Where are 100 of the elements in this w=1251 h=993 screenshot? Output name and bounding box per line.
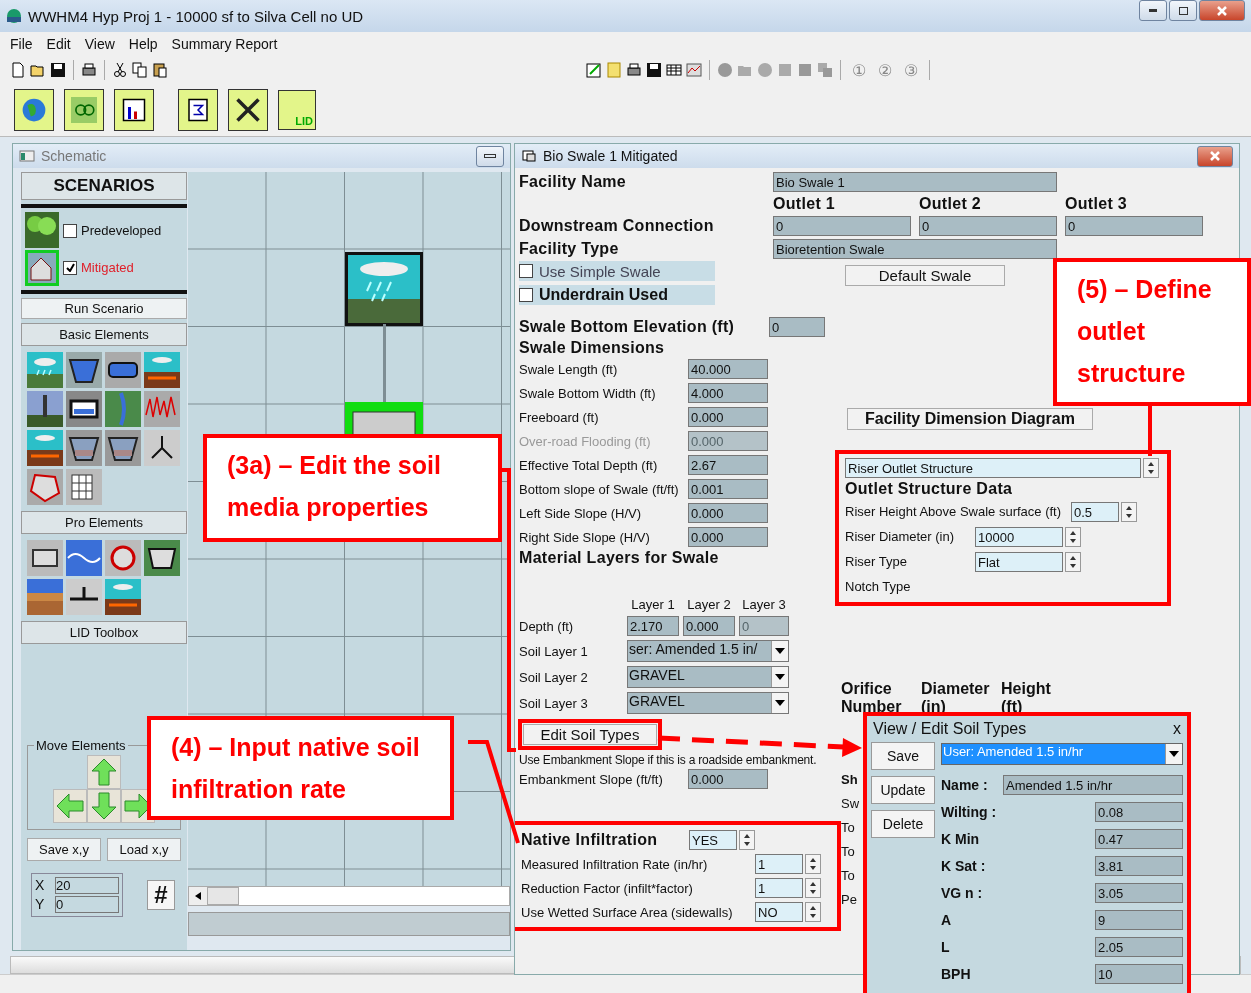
menu-item[interactable]: File xyxy=(10,36,33,52)
spinner-control[interactable] xyxy=(1143,458,1159,478)
input-field[interactable]: 0.001 xyxy=(688,479,768,499)
checkbox[interactable] xyxy=(519,264,533,278)
grid-button[interactable]: # xyxy=(147,880,175,910)
input-field[interactable]: NO xyxy=(755,902,803,922)
input-field[interactable]: 2.05 xyxy=(1095,936,1183,957)
edit-icon[interactable] xyxy=(586,62,602,78)
menu-item[interactable]: Summary Report xyxy=(171,36,278,52)
minimize-button[interactable] xyxy=(1139,0,1167,21)
spinner-control[interactable] xyxy=(805,902,821,922)
checkbox[interactable] xyxy=(519,288,533,302)
maximize-button[interactable] xyxy=(1169,0,1197,21)
cut-icon[interactable] xyxy=(112,62,128,78)
rain-soil-icon[interactable] xyxy=(27,430,63,466)
input-field[interactable]: 0.000 xyxy=(683,616,735,636)
menu-item[interactable]: View xyxy=(84,36,115,52)
left-arrow-icon[interactable] xyxy=(195,892,201,900)
rain-soil-icon[interactable] xyxy=(105,579,141,615)
input-field[interactable]: 0 xyxy=(1065,216,1203,236)
dropdown[interactable]: Riser Outlet Structure xyxy=(845,458,1141,478)
swale-node-icon[interactable] xyxy=(345,402,423,436)
input-field[interactable]: 0.000 xyxy=(688,407,768,427)
input-field[interactable]: 10000 xyxy=(975,526,1063,547)
table-icon[interactable] xyxy=(66,469,102,505)
run-scenario-button[interactable]: Run Scenario xyxy=(21,298,187,319)
rain-cloud-icon[interactable] xyxy=(345,252,423,326)
spinner-control[interactable] xyxy=(1065,526,1081,547)
spinner-control[interactable] xyxy=(1065,551,1081,572)
dialog-button[interactable]: Save xyxy=(871,742,935,770)
input-field[interactable]: 40.000 xyxy=(688,359,768,379)
polygon-icon[interactable] xyxy=(27,469,63,505)
input-field[interactable]: 20 xyxy=(55,877,119,894)
input-field[interactable]: 0.08 xyxy=(1095,801,1183,822)
default-swale-button[interactable]: Default Swale xyxy=(845,265,1005,286)
split-icon[interactable] xyxy=(144,430,180,466)
table-icon[interactable] xyxy=(666,62,682,78)
tee-icon[interactable] xyxy=(66,579,102,615)
dropdown[interactable]: ser: Amended 1.5 in/ xyxy=(627,640,789,662)
print-icon[interactable] xyxy=(626,62,642,78)
rain-soil-icon[interactable] xyxy=(144,352,180,388)
pond-icon[interactable] xyxy=(66,352,102,388)
print-icon[interactable] xyxy=(81,62,97,78)
menu-item[interactable]: Edit xyxy=(46,36,71,52)
spinner-control[interactable] xyxy=(805,878,821,898)
input-field[interactable]: 0.47 xyxy=(1095,828,1183,849)
ring-icon[interactable] xyxy=(105,540,141,576)
input-field[interactable]: 1 xyxy=(755,854,803,874)
report-button[interactable] xyxy=(178,89,218,131)
tools-button[interactable] xyxy=(228,89,268,131)
scroll-thumb[interactable] xyxy=(207,887,239,905)
map-button[interactable] xyxy=(64,89,104,131)
wave-icon[interactable] xyxy=(66,540,102,576)
trough-icon[interactable] xyxy=(105,430,141,466)
paste-icon[interactable] xyxy=(152,62,168,78)
chart-button[interactable] xyxy=(114,89,154,131)
horizontal-scrollbar[interactable] xyxy=(188,886,510,906)
save-icon[interactable] xyxy=(50,62,66,78)
input-field[interactable]: 3.81 xyxy=(1095,855,1183,876)
input-field[interactable]: 3.05 xyxy=(1095,882,1183,903)
input-field[interactable]: 2.67 xyxy=(688,455,768,475)
clipboard-icon[interactable] xyxy=(606,62,622,78)
close-button[interactable]: x xyxy=(1173,720,1181,738)
input-field[interactable]: YES xyxy=(689,830,737,850)
basin-icon[interactable] xyxy=(144,540,180,576)
new-file-icon[interactable] xyxy=(10,62,26,78)
close-button[interactable] xyxy=(1199,0,1245,21)
input-field[interactable]: 0 xyxy=(919,216,1057,236)
block-icon[interactable] xyxy=(27,540,63,576)
input-field[interactable]: 0 xyxy=(769,317,825,337)
minimize-button[interactable] xyxy=(476,145,504,167)
dropdown[interactable]: GRAVEL xyxy=(627,692,789,714)
spinner-control[interactable] xyxy=(1121,501,1137,522)
input-field[interactable]: 0 xyxy=(773,216,911,236)
save-icon[interactable] xyxy=(646,62,662,78)
copy-icon[interactable] xyxy=(132,62,148,78)
input-field[interactable]: 0.000 xyxy=(688,769,768,789)
spinner-control[interactable] xyxy=(739,830,755,850)
menu-item[interactable]: Help xyxy=(128,36,158,52)
dialog-button[interactable]: Delete xyxy=(871,810,935,838)
input-field[interactable]: 1 xyxy=(755,878,803,898)
input-field[interactable]: 10 xyxy=(1095,963,1183,984)
dimension-diagram-button[interactable]: Facility Dimension Diagram xyxy=(847,408,1093,430)
input-field[interactable]: 0.000 xyxy=(688,503,768,523)
input-field[interactable]: Bioretention Swale xyxy=(773,239,1057,259)
coordinates-button[interactable]: Load x,y xyxy=(107,838,181,861)
globe-button[interactable] xyxy=(14,89,54,131)
trough-icon[interactable] xyxy=(66,430,102,466)
coordinates-button[interactable]: Save x,y xyxy=(27,838,101,861)
checkbox[interactable] xyxy=(63,223,77,238)
input-field[interactable]: 0.000 xyxy=(688,527,768,547)
checkbox[interactable] xyxy=(63,260,77,275)
input-field[interactable]: Amended 1.5 in/hr xyxy=(1003,774,1183,795)
input-field[interactable]: 0 xyxy=(55,896,119,913)
dropdown[interactable]: GRAVEL xyxy=(627,666,789,688)
chart-icon[interactable] xyxy=(686,62,702,78)
open-folder-icon[interactable] xyxy=(30,62,46,78)
close-button[interactable] xyxy=(1197,145,1233,167)
input-field[interactable]: Flat xyxy=(975,551,1063,572)
tower-icon[interactable] xyxy=(27,391,63,427)
